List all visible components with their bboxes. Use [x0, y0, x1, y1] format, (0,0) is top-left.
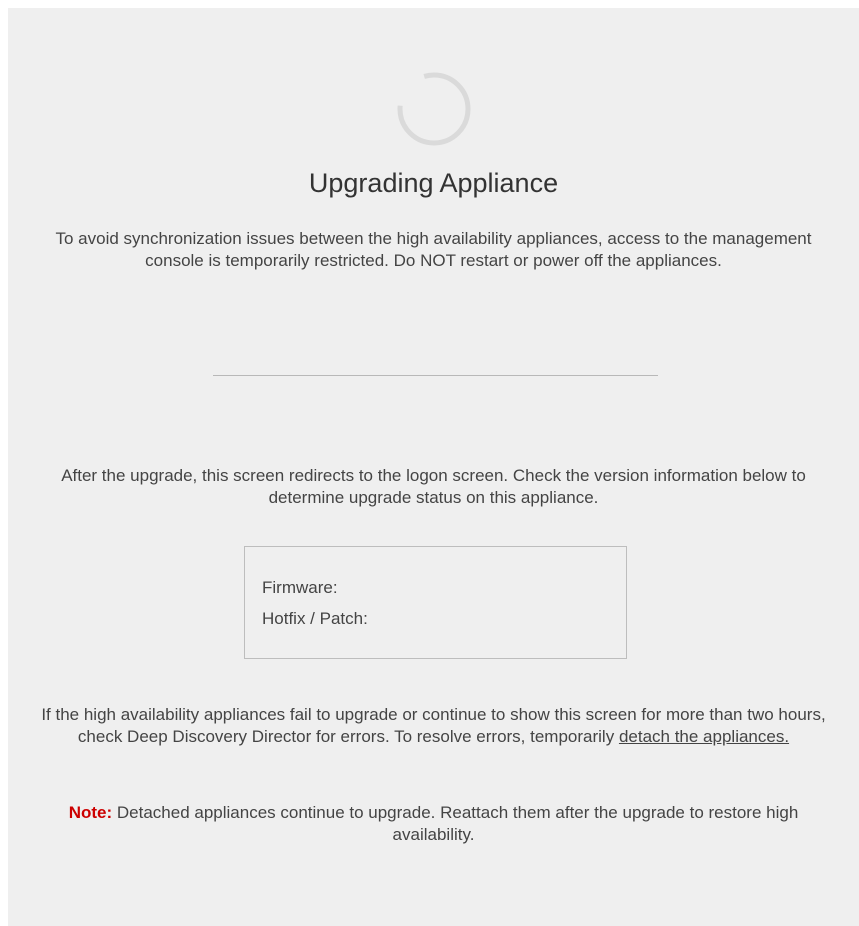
hotfix-row: Hotfix / Patch:	[262, 608, 626, 639]
note-body: Detached appliances continue to upgrade.…	[112, 803, 799, 844]
page-title: Upgrading Appliance	[308, 168, 559, 198]
detach-appliances-link[interactable]: detach the appliances.	[619, 727, 789, 746]
firmware-label: Firmware:	[262, 578, 338, 597]
failure-text: If the high availability appliances fail…	[38, 704, 829, 748]
loading-spinner-icon	[397, 72, 471, 146]
note-label: Note:	[68, 803, 113, 822]
upgrade-panel: Upgrading Appliance To avoid synchroniza…	[8, 8, 859, 926]
divider	[213, 375, 658, 376]
note-text: Note: Detached appliances continue to up…	[38, 802, 829, 846]
after-upgrade-text: After the upgrade, this screen redirects…	[61, 466, 806, 507]
hotfix-label: Hotfix / Patch:	[262, 609, 368, 628]
firmware-row: Firmware:	[262, 577, 626, 608]
version-info-box: Firmware: Hotfix / Patch:	[244, 546, 627, 659]
intro-text: To avoid synchronization issues between …	[55, 229, 812, 270]
